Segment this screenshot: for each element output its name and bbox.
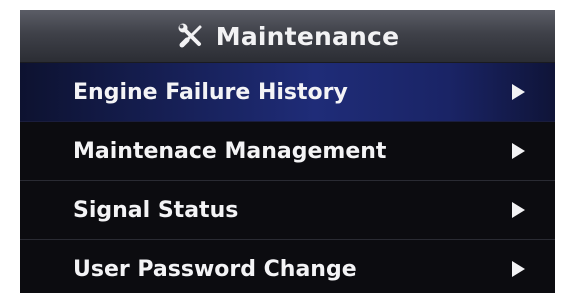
menu-item-signal-status[interactable]: Signal Status [20,181,555,240]
maintenance-screen: Maintenance Engine Failure History Maint… [20,10,555,293]
menu-item-engine-failure-history[interactable]: Engine Failure History [20,63,555,122]
menu-item-label: Signal Status [73,197,239,223]
title-bar: Maintenance [20,10,555,63]
menu-item-user-password-change[interactable]: User Password Change [20,240,555,293]
chevron-right-icon [512,202,525,218]
menu-item-label: Engine Failure History [73,79,348,105]
menu-item-label: User Password Change [73,256,357,282]
tools-icon [176,21,206,51]
maintenance-menu: Engine Failure History Maintenace Manage… [20,63,555,293]
page-title: Maintenance [215,21,400,51]
chevron-right-icon [512,143,525,159]
menu-item-maintenance-management[interactable]: Maintenace Management [20,122,555,181]
menu-item-label: Maintenace Management [73,138,387,164]
chevron-right-icon [512,84,525,100]
chevron-right-icon [512,261,525,277]
